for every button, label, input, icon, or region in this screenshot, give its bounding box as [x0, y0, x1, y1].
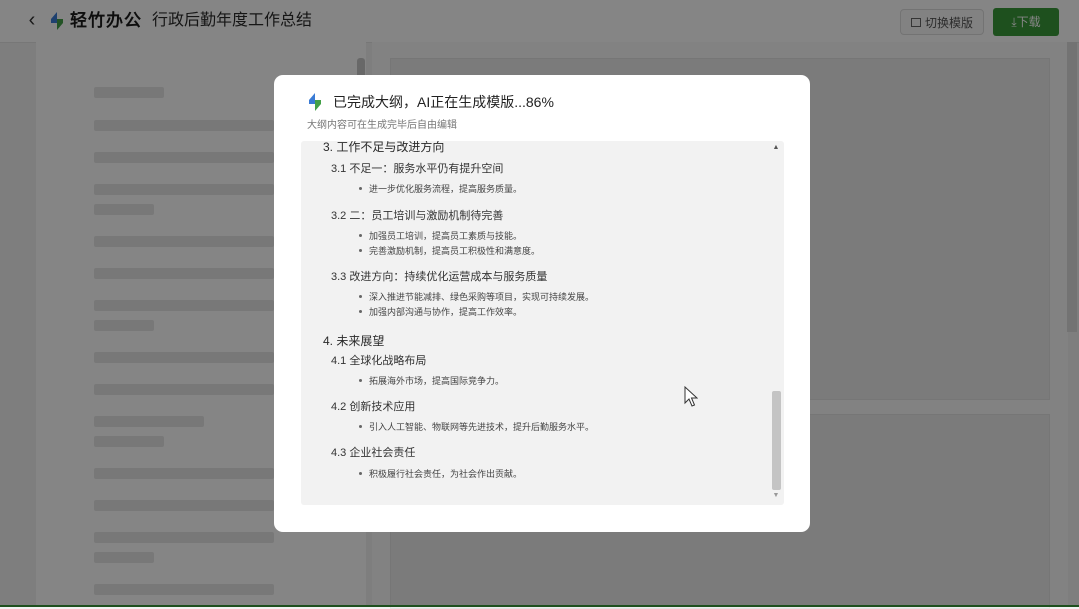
outline-bullet: 进一步优化服务流程，提高服务质量。 [359, 183, 522, 196]
progress-title: 已完成大纲，AI正在生成模版...86% [333, 94, 554, 110]
outline-subheading: 3.2 二：员工培训与激励机制待完善 [331, 210, 504, 222]
progress-subtitle: 大纲内容可在生成完毕后自由编辑 [307, 120, 457, 131]
outline-subheading: 3.1 不足一：服务水平仍有提升空间 [331, 163, 504, 175]
logo-icon [309, 93, 321, 111]
outline-subheading: 3.3 改进方向：持续优化运营成本与服务质量 [331, 271, 548, 283]
outline-bullet: 加强内部沟通与协作，提高工作效率。 [359, 306, 522, 319]
outline-scrollbar-thumb[interactable] [772, 391, 781, 490]
outline-bullet: 深入推进节能减排、绿色采购等项目，实现可持续发展。 [359, 291, 594, 304]
outline-bullet: 完善激励机制，提高员工积极性和满意度。 [359, 245, 540, 258]
outline-content: 3. 工作不足与改进方向 3.1 不足一：服务水平仍有提升空间 进一步优化服务流… [301, 141, 771, 505]
generation-progress-dialog: 已完成大纲，AI正在生成模版...86% 大纲内容可在生成完毕后自由编辑 3. … [274, 75, 810, 532]
outline-subheading: 4.2 创新技术应用 [331, 401, 416, 413]
outline-subheading: 4.3 企业社会责任 [331, 447, 416, 459]
outline-bullet: 加强员工培训，提高员工素质与技能。 [359, 230, 522, 243]
outline-section-heading: 3. 工作不足与改进方向 [323, 141, 445, 154]
scroll-down-arrow-icon[interactable]: ▼ [771, 491, 781, 501]
mouse-cursor-icon [684, 386, 698, 407]
scroll-up-arrow-icon[interactable]: ▲ [771, 143, 781, 153]
outline-preview[interactable]: 3. 工作不足与改进方向 3.1 不足一：服务水平仍有提升空间 进一步优化服务流… [301, 141, 784, 505]
outline-bullet: 积极履行社会责任，为社会作出贡献。 [359, 468, 522, 481]
outline-subheading: 4.1 全球化战略布局 [331, 355, 427, 367]
outline-section-heading: 4. 未来展望 [323, 334, 385, 348]
outline-bullet: 拓展海外市场，提高国际竞争力。 [359, 375, 504, 388]
outline-bullet: 引入人工智能、物联网等先进技术，提升后勤服务水平。 [359, 421, 594, 434]
